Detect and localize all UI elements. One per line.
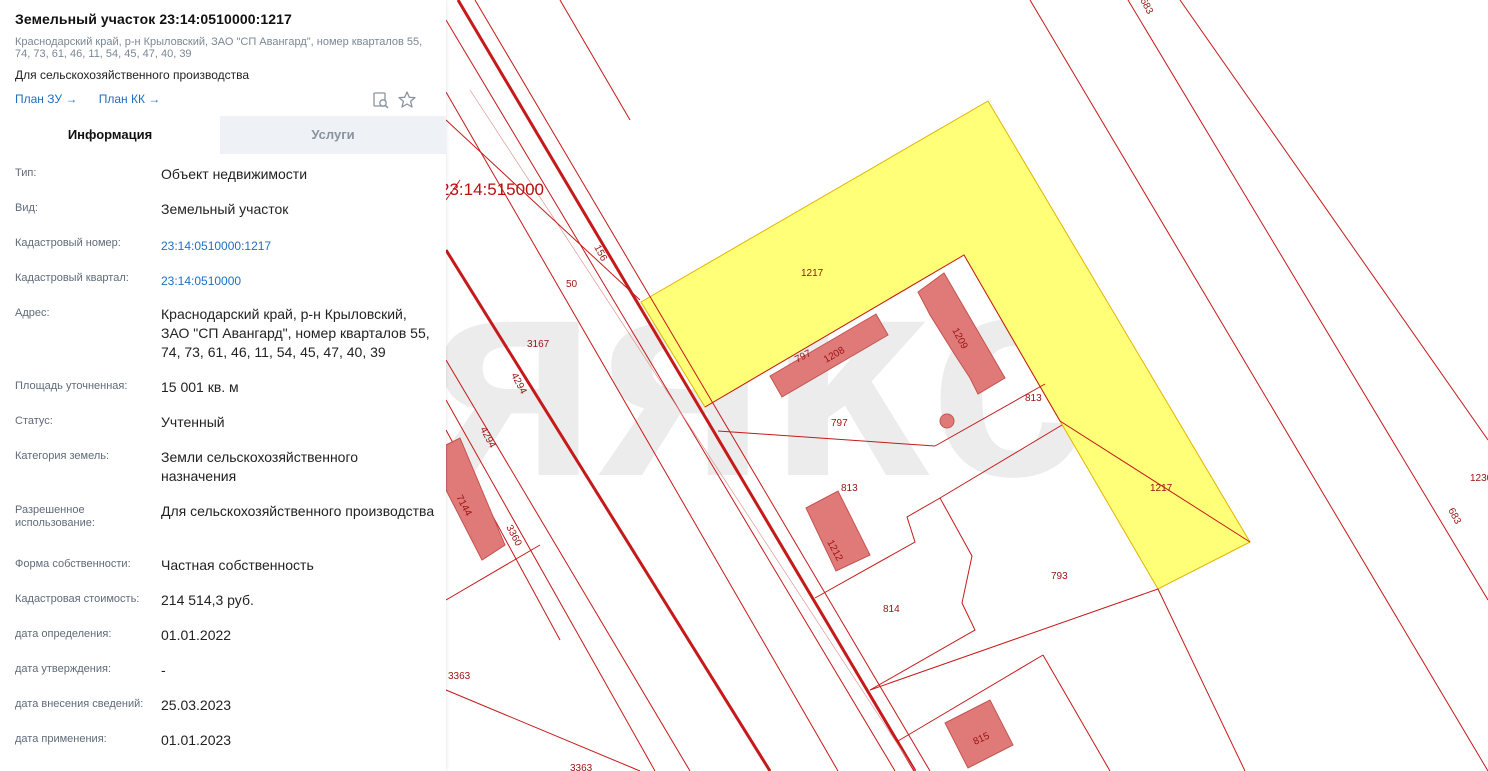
info-value: 214 514,3 руб. [161,592,254,608]
info-row: Форма собственности: Частная собственност… [0,553,446,588]
info-label: Статус: [15,415,53,427]
info-value: - [161,662,166,678]
info-row: дата применения: 01.01.2023 [0,728,446,763]
info-value-link[interactable]: 23:14:0510000 [161,272,436,291]
map-label-50: 50 [566,279,578,290]
info-label: Категория земель: [15,450,110,462]
info-row: дата утверждения: - [0,658,446,693]
tab-services[interactable]: Услуги [220,116,446,154]
info-rows: Тип: Объект недвижимости Вид: Земельный уча… [0,162,446,763]
info-value: 15 001 кв. м [161,379,239,395]
info-label: Вид: [15,202,38,214]
map-label-793: 793 [1051,571,1068,582]
header-purpose: Для сельскохозяйственного производства [15,68,250,82]
info-value: Земли сельскохозяйственного назначения [161,449,359,484]
star-icon[interactable] [397,90,417,110]
info-row: Площадь уточненная: 15 001 кв. м [0,375,446,410]
info-value: Краснодарский край, р-н Крыловский, ЗАО … [161,306,430,360]
map-label-797-b: 797 [831,418,848,429]
info-label: Кадастровая стоимость: [15,593,140,605]
info-row: Статус: Учтенный [0,410,446,445]
info-value: Для сельскохозяйственного производства [161,503,435,519]
cadastral-quarter-label: 23:14:515000 [440,180,544,199]
info-value: Объект недвижимости [161,166,308,182]
map-label-3363-a: 3363 [448,671,471,682]
map-label-3363-b: 3363 [570,763,593,771]
info-label: Кадастровый квартал: [15,272,129,284]
info-row: Разрешенное использование: Для сельскохоз… [0,499,446,553]
map-label-1217-right: 1217 [1150,483,1173,494]
info-label: дата утверждения: [15,663,112,675]
info-value: Земельный участок [161,201,289,217]
info-value: Учтенный [161,414,225,430]
panel-header: Земельный участок 23:14:0510000:1217 Кра… [0,0,446,110]
map-label-813-b: 813 [841,483,858,494]
header-address: Краснодарский край, р-н Крыловский, ЗАО … [15,36,423,60]
plan-links: План ЗУ → План КК → [15,90,431,110]
info-row: дата внесения сведений: 25.03.2023 [0,693,446,728]
plan-kk-link[interactable]: План КК → [99,92,161,106]
info-value-link[interactable]: 23:14:0510000:1217 [161,237,436,256]
map-label-813-a: 813 [1025,393,1042,404]
info-label: Разрешенное использование: [15,504,95,529]
info-row: Кадастровый квартал: 23:14:0510000 [0,267,446,302]
header-icons [371,90,431,110]
info-value: 25.03.2023 [161,697,232,713]
info-label: Адрес: [15,307,50,319]
info-value: Частная собственность [161,557,314,573]
info-row: Категория земель: Земли сельскохозяйствен… [0,445,446,499]
info-label: дата применения: [15,733,107,745]
building-small[interactable] [939,413,955,429]
map-label-1217-top: 1217 [801,268,824,279]
info-row: Вид: Земельный участок [0,197,446,232]
info-row: Тип: Объект недвижимости [0,162,446,197]
info-row: Кадастровый номер: 23:14:0510000:1217 [0,232,446,267]
search-document-icon[interactable] [371,90,391,110]
info-row: Адрес: Краснодарский край, р-н Крыловский… [0,302,446,375]
plan-zu-link[interactable]: План ЗУ → [15,92,77,106]
info-value: 01.01.2023 [161,732,232,748]
info-label: Кадастровый номер: [15,237,121,249]
info-label: дата определения: [15,628,112,640]
object-info-panel: Земельный участок 23:14:0510000:1217 Кра… [0,0,446,771]
info-label: Форма собственности: [15,558,131,570]
info-label: Площадь уточненная: [15,380,128,392]
info-label: дата внесения сведений: [15,698,144,710]
info-row: Кадастровая стоимость: 214 514,3 руб. [0,588,446,623]
map-label-1230: 1230 [1470,473,1488,484]
map-label-814: 814 [883,604,900,615]
info-row: дата определения: 01.01.2022 [0,623,446,658]
panel-tabs: Информация Услуги [0,116,446,154]
info-label: Тип: [15,167,37,179]
panel-title: Земельный участок 23:14:0510000:1217 [15,11,292,27]
map-label-3167: 3167 [527,339,550,350]
info-value: 01.01.2022 [161,627,232,643]
tab-information[interactable]: Информация [0,116,220,154]
